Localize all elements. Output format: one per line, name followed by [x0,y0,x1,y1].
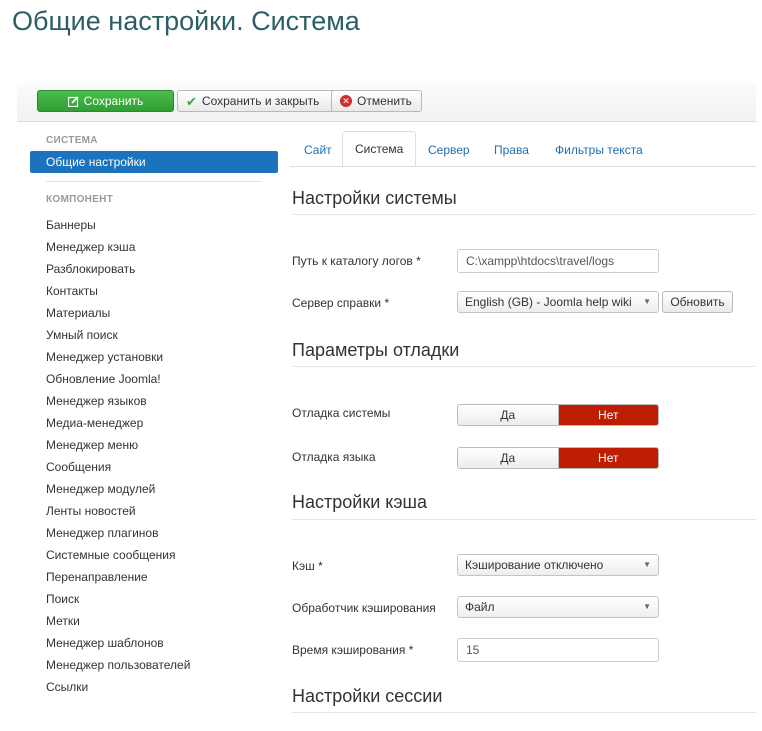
save-and-close-label: Сохранить и закрыть [201,94,320,108]
cache-time-label: Время кэширования * [292,643,414,657]
sidebar-item[interactable]: Ссылки [30,676,278,698]
cache-handler-label: Обработчик кэширования [292,601,436,615]
chevron-down-icon: ▼ [643,297,651,306]
sidebar-item[interactable]: Обновление Joomla! [30,368,278,390]
log-path-label: Путь к каталогу логов * [292,254,421,268]
cache-label: Кэш * [292,559,323,573]
sidebar-item[interactable]: Менеджер меню [30,434,278,456]
section-divider [292,519,756,520]
help-server-select[interactable]: English (GB) - Joomla help wiki ▼ [457,291,659,313]
language-debug-toggle: Да Нет [457,447,659,469]
sidebar-item[interactable]: Перенаправление [30,566,278,588]
sidebar-item[interactable]: Ленты новостей [30,500,278,522]
system-settings-title: Настройки системы [292,188,457,208]
chevron-down-icon: ▼ [643,560,651,569]
section-divider [292,366,756,367]
language-debug-yes[interactable]: Да [458,448,559,468]
section-divider [292,712,756,713]
cancel-button[interactable]: ✕ Отменить [331,90,422,112]
language-debug-no[interactable]: Нет [558,448,658,468]
cache-select[interactable]: Кэширование отключено ▼ [457,554,659,576]
chevron-down-icon: ▼ [643,602,651,611]
cache-time-input[interactable] [457,638,659,662]
sidebar-item[interactable]: Материалы [30,302,278,324]
sidebar-item[interactable]: Сообщения [30,456,278,478]
sidebar-item[interactable]: Умный поиск [30,324,278,346]
sidebar-item[interactable]: Менеджер модулей [30,478,278,500]
help-server-value: English (GB) - Joomla help wiki [465,295,632,309]
page-title: Общие настройки. Система [12,6,360,36]
sidebar-component-list: Баннеры Менеджер кэша Разблокировать Контак… [30,214,278,698]
sidebar-item[interactable]: Поиск [30,588,278,610]
settings-tabs: Сайт Система Сервер Права Фильтры текста [290,131,756,167]
refresh-button[interactable]: Обновить [662,291,733,313]
session-settings-title: Настройки сессии [292,686,443,706]
system-debug-label: Отладка системы [292,406,391,420]
tab-2[interactable]: Сервер [416,135,482,166]
sidebar-item[interactable]: Менеджер пользователей [30,654,278,676]
tab-4[interactable]: Фильтры текста [543,135,655,166]
sidebar-divider [46,181,262,182]
debug-settings-title: Параметры отладки [292,340,460,360]
tab-3[interactable]: Права [482,135,541,166]
sidebar-item[interactable]: Менеджер шаблонов [30,632,278,654]
cache-settings-title: Настройки кэша [292,492,427,512]
toolbar: Сохранить ✔ Сохранить и закрыть ✕ Отмени… [17,83,756,122]
cancel-icon: ✕ [340,95,352,107]
sidebar: СИСТЕМА Общие настройки КОМПОНЕНТ Баннер… [30,135,278,698]
edit-icon [67,95,79,107]
sidebar-item-general-settings[interactable]: Общие настройки [30,151,278,173]
cancel-button-label: Отменить [357,94,412,108]
cache-handler-value: Файл [465,600,495,614]
cache-value: Кэширование отключено [465,558,604,572]
sidebar-item[interactable]: Медиа-менеджер [30,412,278,434]
tab-1[interactable]: Система [342,131,417,166]
system-debug-no[interactable]: Нет [558,405,658,425]
system-debug-yes[interactable]: Да [458,405,559,425]
save-button[interactable]: Сохранить [37,90,174,112]
sidebar-item[interactable]: Системные сообщения [30,544,278,566]
language-debug-label: Отладка языка [292,450,376,464]
system-debug-toggle: Да Нет [457,404,659,426]
save-button-label: Сохранить [83,94,144,108]
check-icon: ✔ [186,93,197,109]
sidebar-item[interactable]: Менеджер языков [30,390,278,412]
sidebar-item[interactable]: Менеджер установки [30,346,278,368]
sidebar-component-header: КОМПОНЕНТ [46,194,114,205]
help-server-label: Сервер справки * [292,296,390,310]
sidebar-item[interactable]: Менеджер кэша [30,236,278,258]
save-and-close-button[interactable]: ✔ Сохранить и закрыть [177,90,342,112]
sidebar-item[interactable]: Контакты [30,280,278,302]
sidebar-item[interactable]: Баннеры [30,214,278,236]
sidebar-item[interactable]: Менеджер плагинов [30,522,278,544]
sidebar-item[interactable]: Разблокировать [30,258,278,280]
section-divider [292,214,756,215]
tab-0[interactable]: Сайт [292,135,344,166]
sidebar-system-header: СИСТЕМА [46,135,98,146]
sidebar-item[interactable]: Метки [30,610,278,632]
log-path-input[interactable] [457,249,659,273]
cache-handler-select[interactable]: Файл ▼ [457,596,659,618]
